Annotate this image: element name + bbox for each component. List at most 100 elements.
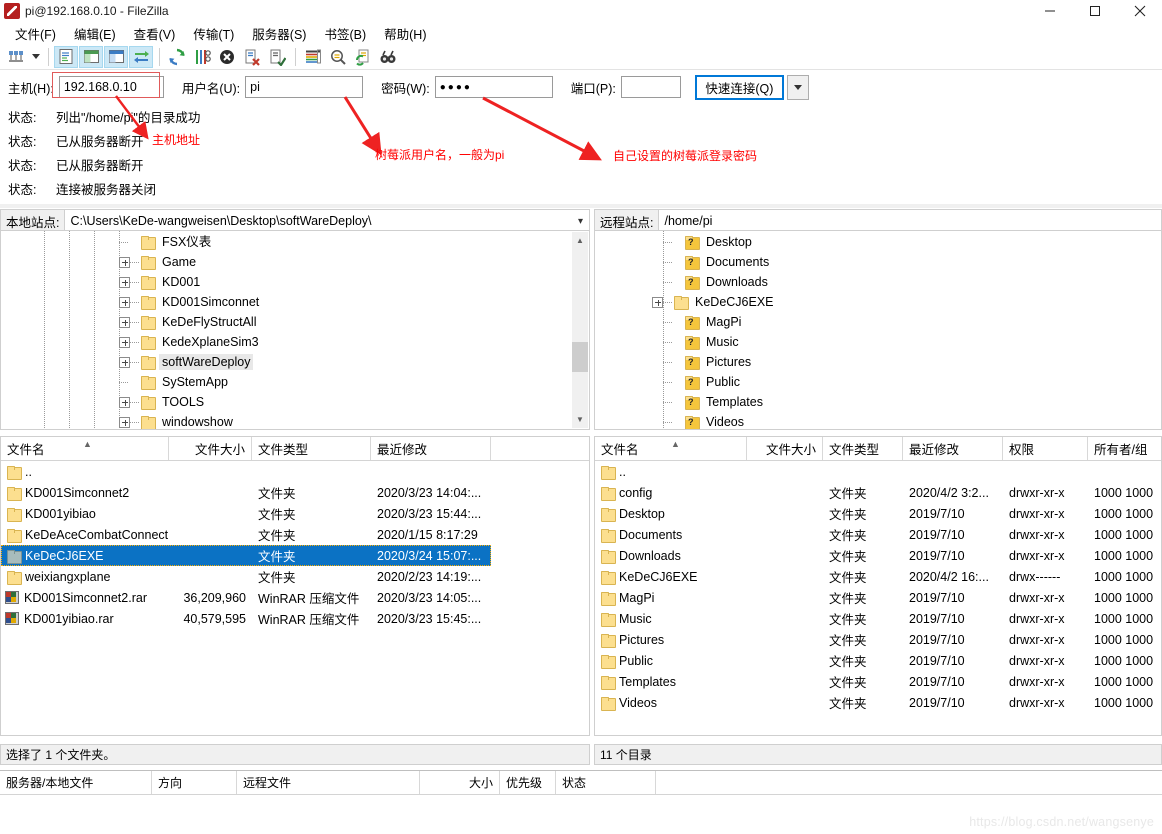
menu-file[interactable]: 文件(F) (6, 22, 65, 45)
table-row[interactable]: Desktop 文件夹 2019/7/10 drwxr-xr-x 1000 10… (595, 503, 1161, 524)
expand-icon[interactable] (119, 256, 130, 268)
reconnect-button[interactable] (265, 46, 289, 68)
tree-item-remote[interactable]: KeDeCJ6EXE (595, 292, 1155, 312)
local-file-list-body[interactable]: .. KD001Simconnet2 文件夹 2020/3/23 14:04:.… (1, 461, 589, 735)
tree-item-remote[interactable]: ? Pictures (595, 352, 1155, 372)
table-row-selected[interactable]: KeDeCJ6EXE 文件夹 2020/3/24 15:07:... (1, 545, 491, 566)
port-input[interactable] (620, 76, 681, 98)
expand-icon[interactable] (119, 296, 130, 308)
toggle-remote-tree-button[interactable] (104, 45, 128, 68)
cancel-operation-button[interactable] (215, 46, 239, 68)
column-header-filetype[interactable]: 文件类型 (823, 437, 903, 460)
table-row[interactable]: config 文件夹 2020/4/2 3:2... drwxr-xr-x 10… (595, 482, 1161, 503)
menu-transfer[interactable]: 传输(T) (184, 22, 243, 45)
table-row[interactable]: KD001yibiao.rar 40,579,595 WinRAR 压缩文件 2… (1, 608, 589, 629)
tree-item-local[interactable]: TOOLS (1, 392, 561, 412)
tree-item-remote[interactable]: ? Templates (595, 392, 1155, 412)
expand-icon[interactable] (119, 356, 130, 368)
scroll-thumb[interactable] (572, 342, 588, 372)
host-input[interactable]: 192.168.0.10 (58, 76, 164, 98)
table-row[interactable]: Documents 文件夹 2019/7/10 drwxr-xr-x 1000 … (595, 524, 1161, 545)
tree-item-remote[interactable]: ? Downloads (595, 272, 1155, 292)
table-row[interactable]: .. (1, 461, 589, 482)
menu-view[interactable]: 查看(V) (125, 22, 185, 45)
table-row[interactable]: MagPi 文件夹 2019/7/10 drwxr-xr-x 1000 1000 (595, 587, 1161, 608)
table-row[interactable]: KD001Simconnet2.rar 36,209,960 WinRAR 压缩… (1, 587, 589, 608)
column-header-modified[interactable]: 最近修改 (371, 437, 491, 460)
filter-button[interactable] (301, 46, 325, 68)
table-row[interactable]: Music 文件夹 2019/7/10 drwxr-xr-x 1000 1000 (595, 608, 1161, 629)
table-row[interactable]: Videos 文件夹 2019/7/10 drwxr-xr-x 1000 100… (595, 692, 1161, 713)
column-header-filetype[interactable]: 文件类型 (252, 437, 371, 460)
menu-server[interactable]: 服务器(S) (243, 22, 315, 45)
tree-item-remote[interactable]: ? MagPi (595, 312, 1155, 332)
table-row[interactable]: Public 文件夹 2019/7/10 drwxr-xr-x 1000 100… (595, 650, 1161, 671)
local-directory-tree[interactable]: FSX仪表 Game KD001 KD001Simconnet KeDeFlyS… (0, 230, 590, 430)
column-header-permissions[interactable]: 权限 (1003, 437, 1088, 460)
site-manager-dropdown-icon[interactable] (29, 54, 43, 59)
table-row[interactable]: .. (595, 461, 1161, 482)
menu-help[interactable]: 帮助(H) (375, 22, 435, 45)
tree-item-remote[interactable]: ? Videos (595, 412, 1155, 429)
table-row[interactable]: KD001yibiao 文件夹 2020/3/23 15:44:... (1, 503, 589, 524)
directory-sync-button[interactable] (351, 46, 375, 68)
chevron-down-icon[interactable]: ▾ (578, 210, 583, 232)
column-header-remote-file[interactable]: 远程文件 (237, 771, 420, 794)
local-file-list[interactable]: 文件名 ▲ 文件大小 文件类型 最近修改 .. KD001Simconnet2 … (0, 436, 590, 736)
site-manager-button[interactable] (4, 46, 28, 68)
table-row[interactable]: KeDeAceCombatConnect 文件夹 2020/1/15 8:17:… (1, 524, 589, 545)
expand-icon[interactable] (119, 416, 130, 428)
column-header-size[interactable]: 大小 (420, 771, 500, 794)
scroll-up-icon[interactable]: ▲ (572, 232, 588, 249)
log-panel-splitter[interactable] (0, 203, 1162, 208)
tree-item-local[interactable]: KD001 (1, 272, 561, 292)
menu-bookmarks[interactable]: 书签(B) (315, 22, 375, 45)
tree-item-local[interactable]: KedeXplaneSim3 (1, 332, 561, 352)
remote-directory-tree[interactable]: ? Desktop ? Documents ? Downloads KeDeCJ… (594, 230, 1162, 430)
tree-item-remote[interactable]: ? Public (595, 372, 1155, 392)
disconnect-button[interactable] (240, 46, 264, 68)
table-row[interactable]: KeDeCJ6EXE 文件夹 2020/4/2 16:... drwx-----… (595, 566, 1161, 587)
tree-item-local[interactable]: KD001Simconnet (1, 292, 561, 312)
tree-item-remote[interactable]: ? Desktop (595, 232, 1155, 252)
column-header-modified[interactable]: 最近修改 (903, 437, 1003, 460)
expand-icon[interactable] (119, 316, 130, 328)
password-input[interactable]: ●●●● (434, 76, 553, 98)
table-row[interactable]: Pictures 文件夹 2019/7/10 drwxr-xr-x 1000 1… (595, 629, 1161, 650)
expand-icon[interactable] (652, 296, 663, 308)
menu-edit[interactable]: 编辑(E) (65, 22, 125, 45)
message-log[interactable]: 状态: 列出"/home/pi"的目录成功 状态: 已从服务器断开 状态: 已从… (0, 104, 1162, 203)
expand-icon[interactable] (119, 276, 130, 288)
column-header-direction[interactable]: 方向 (152, 771, 237, 794)
column-header-filesize[interactable]: 文件大小 (747, 437, 823, 460)
close-button[interactable] (1117, 0, 1162, 22)
column-header-status[interactable]: 状态 (556, 771, 656, 794)
quick-connect-button[interactable]: 快速连接(Q) (694, 74, 784, 100)
tree-item-local[interactable]: SyStemApp (1, 372, 561, 392)
table-row[interactable]: weixiangxplane 文件夹 2020/2/23 14:19:... (1, 566, 589, 587)
process-queue-button[interactable] (190, 46, 214, 68)
remote-file-list[interactable]: 文件名 ▲ 文件大小 文件类型 最近修改 权限 所有者/组 .. config (594, 436, 1162, 736)
remote-file-list-body[interactable]: .. config 文件夹 2020/4/2 3:2... drwxr-xr-x… (595, 461, 1161, 735)
expand-icon[interactable] (119, 336, 130, 348)
tree-item-local[interactable]: windowshow (1, 412, 561, 429)
tree-item-remote[interactable]: ? Music (595, 332, 1155, 352)
local-tree-scrollbar[interactable]: ▲ ▼ (572, 232, 588, 428)
column-header-filesize[interactable]: 文件大小 (169, 437, 252, 460)
toggle-transfer-queue-button[interactable] (129, 45, 153, 68)
quick-connect-history-dropdown[interactable] (786, 74, 809, 100)
tree-item-local-selected[interactable]: softWareDeploy (1, 352, 561, 372)
expand-icon[interactable] (119, 396, 130, 408)
username-input[interactable]: pi (245, 76, 364, 98)
toggle-message-log-button[interactable] (54, 45, 78, 68)
tree-item-local[interactable]: FSX仪表 (1, 232, 561, 252)
find-files-button[interactable] (376, 46, 400, 68)
refresh-button[interactable] (165, 46, 189, 68)
tree-item-local[interactable]: KeDeFlyStructAll (1, 312, 561, 332)
tree-item-remote[interactable]: ? Documents (595, 252, 1155, 272)
scroll-down-icon[interactable]: ▼ (572, 411, 588, 428)
column-header-priority[interactable]: 优先级 (500, 771, 556, 794)
column-header-owner-group[interactable]: 所有者/组 (1088, 437, 1161, 460)
column-header-server-local-file[interactable]: 服务器/本地文件 (0, 771, 152, 794)
tree-item-local[interactable]: Game (1, 252, 561, 272)
